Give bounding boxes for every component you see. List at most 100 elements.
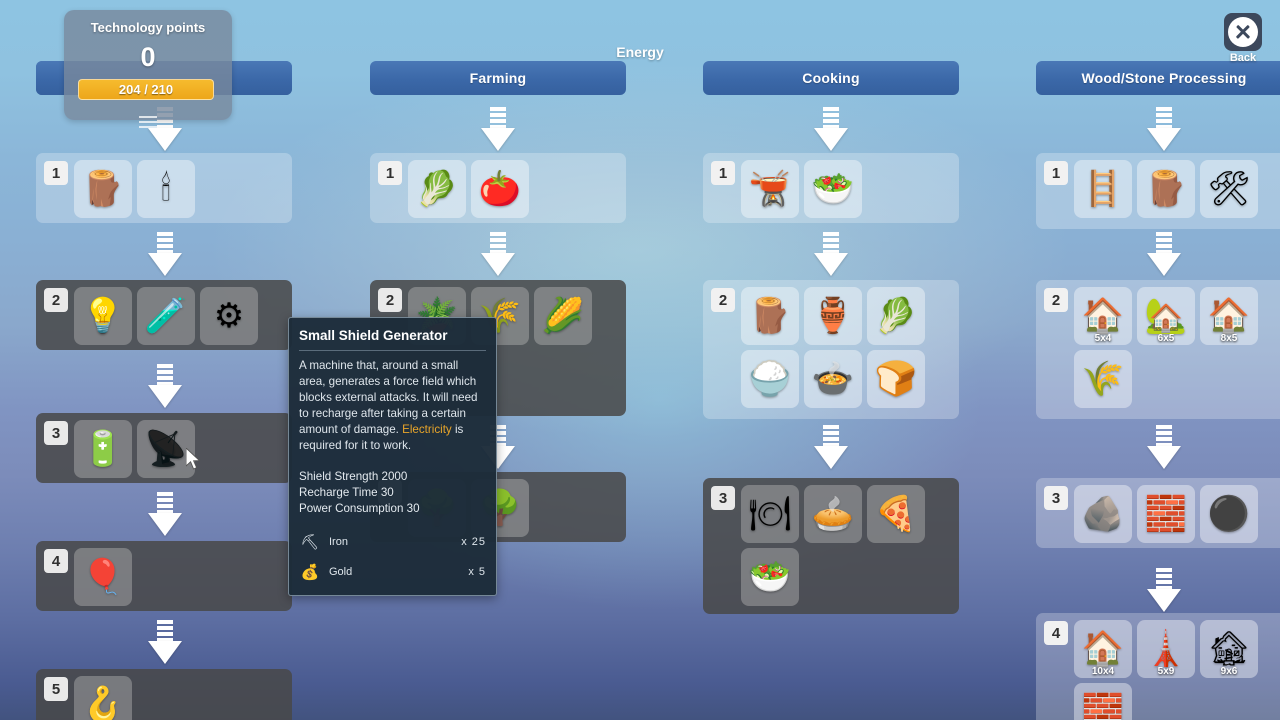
- tier-level-badge: 4: [1044, 621, 1068, 645]
- tech-item-ceiling-lamp[interactable]: 💡: [74, 287, 132, 345]
- tech-item-clay-oven[interactable]: 🏺: [804, 287, 862, 345]
- tooltip-description: A machine that, around a small area, gen…: [299, 358, 486, 454]
- cost-row-iron: ⛏ Iron x 25: [299, 527, 486, 557]
- tier-row[interactable]: 3 🔋 📡: [36, 413, 292, 483]
- pipe-lamp-icon: 🧪: [144, 297, 188, 335]
- arrow-connector: [481, 107, 515, 151]
- tier-row[interactable]: 2 🏠 5x4 🏡 6x5 🏠 8x5 🌾: [1036, 280, 1280, 419]
- tech-item-small-shield-generator[interactable]: 📡: [137, 420, 195, 478]
- tech-item-stone-wall[interactable]: 🧱: [1074, 683, 1132, 720]
- tier-row[interactable]: 1 🪜 🪵 🛠: [1036, 153, 1280, 229]
- tech-item-stone-house-9x6[interactable]: 🏚 9x6: [1200, 620, 1258, 678]
- cost-quantity: x 5: [468, 566, 486, 578]
- tier-row[interactable]: 3 🪨 🧱 ⚫: [1036, 478, 1280, 548]
- small-shield-generator-icon: 📡: [144, 430, 188, 468]
- tooltip-divider: [299, 350, 486, 351]
- tech-item-rice-dish[interactable]: 🍚: [741, 350, 799, 408]
- tech-item-stone-campfire[interactable]: 🪵: [741, 287, 799, 345]
- tech-item-tomato[interactable]: 🍅: [471, 160, 529, 218]
- tech-item-wood-log[interactable]: 🪵: [74, 160, 132, 218]
- tech-item-wooden-spikes[interactable]: 🌾: [1074, 350, 1132, 408]
- wooden-frame-icon: 🛠: [1207, 170, 1251, 208]
- tech-item-roasted-cabbage[interactable]: 🥬: [867, 287, 925, 345]
- technology-points-panel[interactable]: Technology points 0: [64, 10, 232, 128]
- tech-item-stone-house-10x4[interactable]: 🏠 10x4: [1074, 620, 1132, 678]
- vegetable-tart-icon: 🥗: [748, 558, 792, 596]
- tier-slots: 🍽 🥧 🍕 🥗: [741, 485, 936, 606]
- tier-row[interactable]: 1 🫕 🥗: [703, 153, 959, 223]
- back-button[interactable]: [1224, 13, 1262, 51]
- tech-item-cabbage[interactable]: 🥬: [408, 160, 466, 218]
- tech-item-wooden-house-6x5[interactable]: 🏡 6x5: [1137, 287, 1195, 345]
- tech-item-pipe-lamp[interactable]: 🧪: [137, 287, 195, 345]
- cost-row-gold: 💰 Gold x 5: [299, 557, 486, 587]
- tech-item-corn[interactable]: 🌽: [534, 287, 592, 345]
- building-size-label: 5x9: [1157, 666, 1175, 677]
- kitchen-counter-icon: 🍽: [748, 495, 792, 533]
- tech-item-wooden-frame[interactable]: 🛠: [1200, 160, 1258, 218]
- tech-item-wooden-house-8x5[interactable]: 🏠 8x5: [1200, 287, 1258, 345]
- building-size-label: 8x5: [1220, 333, 1238, 344]
- tech-item-cooking-pot[interactable]: 🫕: [741, 160, 799, 218]
- tier-row[interactable]: 4 🎈: [36, 541, 292, 611]
- tech-item-torch-holder[interactable]: 🕯: [137, 160, 195, 218]
- tech-item-stone-anvil[interactable]: 🪨: [1074, 485, 1132, 543]
- wooden-ladder-icon: 🪜: [1081, 170, 1125, 208]
- panel-drag-handle[interactable]: [139, 116, 157, 128]
- tooltip-stats: Shield Strength 2000 Recharge Time 30 Po…: [299, 469, 486, 517]
- tier-row[interactable]: 2 💡 🧪 ⚙: [36, 280, 292, 350]
- tech-item-wooden-ladder[interactable]: 🪜: [1074, 160, 1132, 218]
- tier-level-badge: 1: [378, 161, 402, 185]
- tech-item-bread-loaf[interactable]: 🍞: [867, 350, 925, 408]
- column-header-wood-stone[interactable]: Wood/Stone Processing: [1036, 61, 1280, 95]
- tech-item-stone-tower-5x9[interactable]: 🗼 5x9: [1137, 620, 1195, 678]
- tier-level-badge: 2: [44, 288, 68, 312]
- tech-item-energy-cell[interactable]: 🔋: [74, 420, 132, 478]
- tech-item-stone-block[interactable]: 🧱: [1137, 485, 1195, 543]
- tech-item-vegetable-tart[interactable]: 🥗: [741, 548, 799, 606]
- tier-row[interactable]: 4 🏠 10x4 🗼 5x9 🏚 9x6 🧱: [1036, 613, 1280, 720]
- arrow-connector: [1147, 232, 1181, 276]
- tier-row[interactable]: 1 🪵 🕯: [36, 153, 292, 223]
- tech-item-wooden-anvil-stand[interactable]: 🪵: [1137, 160, 1195, 218]
- column-header-farming[interactable]: Farming: [370, 61, 626, 95]
- tier-slots: 🪵 🕯: [74, 160, 284, 218]
- tier-slots: 💡 🧪 ⚙: [74, 287, 284, 345]
- wooden-house-icon: 🏠: [1207, 297, 1251, 335]
- tech-item-stuffed-tomato[interactable]: 🍲: [804, 350, 862, 408]
- building-size-label: 9x6: [1220, 666, 1238, 677]
- tier-row[interactable]: 2 🪵 🏺 🥬 🍚 🍲 🍞: [703, 280, 959, 419]
- stone-house-icon: 🏠: [1081, 630, 1125, 668]
- column-header-cooking[interactable]: Cooking: [703, 61, 959, 95]
- tech-item-balloon-airship[interactable]: 🎈: [74, 548, 132, 606]
- tech-item-kitchen-counter[interactable]: 🍽: [741, 485, 799, 543]
- tech-item-lattice-pie[interactable]: 🥧: [804, 485, 862, 543]
- tier-level-badge: 3: [1044, 486, 1068, 510]
- tech-item-coal-pile[interactable]: ⚫: [1200, 485, 1258, 543]
- arrow-connector: [148, 492, 182, 536]
- tech-item-gas-generator[interactable]: ⚙: [200, 287, 258, 345]
- energy-label: Energy: [616, 44, 664, 60]
- cabbage-icon: 🥬: [415, 170, 459, 208]
- tier-row[interactable]: 3 🍽 🥧 🍕 🥗: [703, 478, 959, 614]
- tech-tree-screen: Farming Cooking Wood/Stone Processing 1 …: [0, 0, 1280, 720]
- tech-item-pizza[interactable]: 🍕: [867, 485, 925, 543]
- tooltip-stat-power-consumption: Power Consumption 30: [299, 502, 420, 515]
- tomato-icon: 🍅: [478, 170, 522, 208]
- salad-bowl-icon: 🥗: [811, 170, 855, 208]
- tech-item-salad-bowl[interactable]: 🥗: [804, 160, 862, 218]
- tier-level-badge: 1: [44, 161, 68, 185]
- stone-block-icon: 🧱: [1144, 495, 1188, 533]
- tooltip-title: Small Shield Generator: [299, 328, 448, 343]
- tier-row[interactable]: 1 🥬 🍅: [370, 153, 626, 223]
- gas-generator-icon: ⚙: [213, 297, 245, 335]
- tech-item-crane-hook[interactable]: 🪝: [74, 676, 132, 720]
- arrow-connector: [148, 620, 182, 664]
- tier-row[interactable]: 5 🪝: [36, 669, 292, 720]
- tier-slots: 🪜 🪵 🛠: [1074, 160, 1280, 218]
- tech-item-wooden-house-5x4[interactable]: 🏠 5x4: [1074, 287, 1132, 345]
- tier-slots: 🪵 🏺 🥬 🍚 🍲 🍞: [741, 287, 936, 408]
- arrow-connector: [1147, 107, 1181, 151]
- tooltip-cost-list: ⛏ Iron x 25 💰 Gold x 5: [299, 527, 486, 587]
- crane-hook-icon: 🪝: [81, 686, 125, 720]
